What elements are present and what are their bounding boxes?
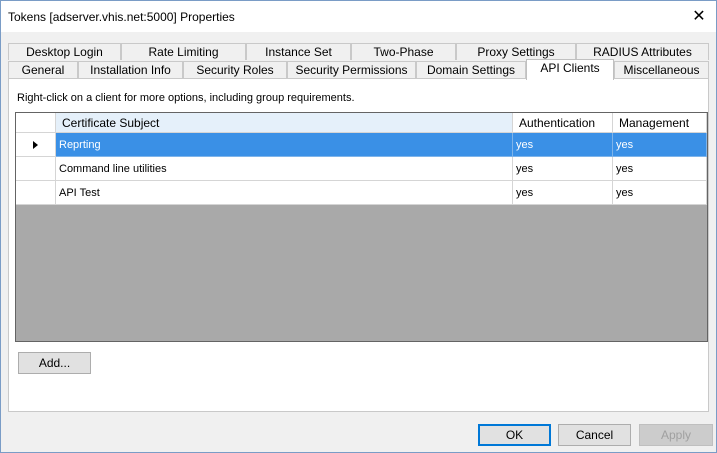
cancel-button[interactable]: Cancel [558, 424, 631, 446]
api-clients-panel: Right-click on a client for more options… [8, 78, 709, 412]
tab-radius-attributes[interactable]: RADIUS Attributes [576, 43, 709, 60]
hint-text: Right-click on a client for more options… [17, 92, 355, 104]
title-bar: Tokens [adserver.vhis.net:5000] Properti… [1, 1, 716, 32]
column-header-authentication[interactable]: Authentication [513, 113, 613, 133]
tab-row-front: General Installation Info Security Roles… [8, 59, 709, 80]
tab-instance-set[interactable]: Instance Set [246, 43, 351, 60]
apply-button[interactable]: Apply [639, 424, 713, 446]
cell-authentication[interactable]: yes [513, 133, 613, 157]
tab-domain-settings[interactable]: Domain Settings [416, 61, 526, 78]
add-client-button[interactable]: Add... [18, 352, 91, 374]
tab-desktop-login[interactable]: Desktop Login [8, 43, 121, 60]
column-header-management[interactable]: Management [613, 113, 707, 133]
cell-subject[interactable]: API Test [56, 181, 513, 205]
tab-two-phase[interactable]: Two-Phase [351, 43, 456, 60]
tab-proxy-settings[interactable]: Proxy Settings [456, 43, 576, 60]
cell-management[interactable]: yes [613, 133, 707, 157]
tab-security-permissions[interactable]: Security Permissions [287, 61, 416, 78]
grid-header: Certificate Subject Authentication Manag… [16, 113, 707, 133]
row-selector[interactable] [16, 133, 56, 157]
clients-grid[interactable]: Certificate Subject Authentication Manag… [15, 112, 708, 342]
cell-authentication[interactable]: yes [513, 181, 613, 205]
cell-subject[interactable]: Command line utilities [56, 157, 513, 181]
column-header-certificate-subject[interactable]: Certificate Subject [56, 113, 513, 133]
tab-miscellaneous[interactable]: Miscellaneous [614, 61, 709, 78]
tab-security-roles[interactable]: Security Roles [183, 61, 287, 78]
cell-subject[interactable]: Reprting [56, 133, 513, 157]
cell-management[interactable]: yes [613, 157, 707, 181]
row-selector[interactable] [16, 157, 56, 181]
tab-installation-info[interactable]: Installation Info [78, 61, 183, 78]
tab-general[interactable]: General [8, 61, 78, 78]
close-icon[interactable]: ✕ [682, 1, 716, 32]
cell-management[interactable]: yes [613, 181, 707, 205]
current-row-arrow-icon [33, 141, 38, 149]
table-row[interactable]: Command line utilities yes yes [16, 157, 707, 181]
ok-button[interactable]: OK [478, 424, 551, 446]
cell-authentication[interactable]: yes [513, 157, 613, 181]
table-row[interactable]: Reprting yes yes [16, 133, 707, 157]
tab-api-clients[interactable]: API Clients [526, 59, 614, 80]
tab-rate-limiting[interactable]: Rate Limiting [121, 43, 246, 60]
window-title: Tokens [adserver.vhis.net:5000] Properti… [8, 10, 235, 24]
table-row[interactable]: API Test yes yes [16, 181, 707, 205]
row-header-corner [16, 113, 56, 133]
row-selector[interactable] [16, 181, 56, 205]
properties-dialog: Tokens [adserver.vhis.net:5000] Properti… [0, 0, 717, 453]
